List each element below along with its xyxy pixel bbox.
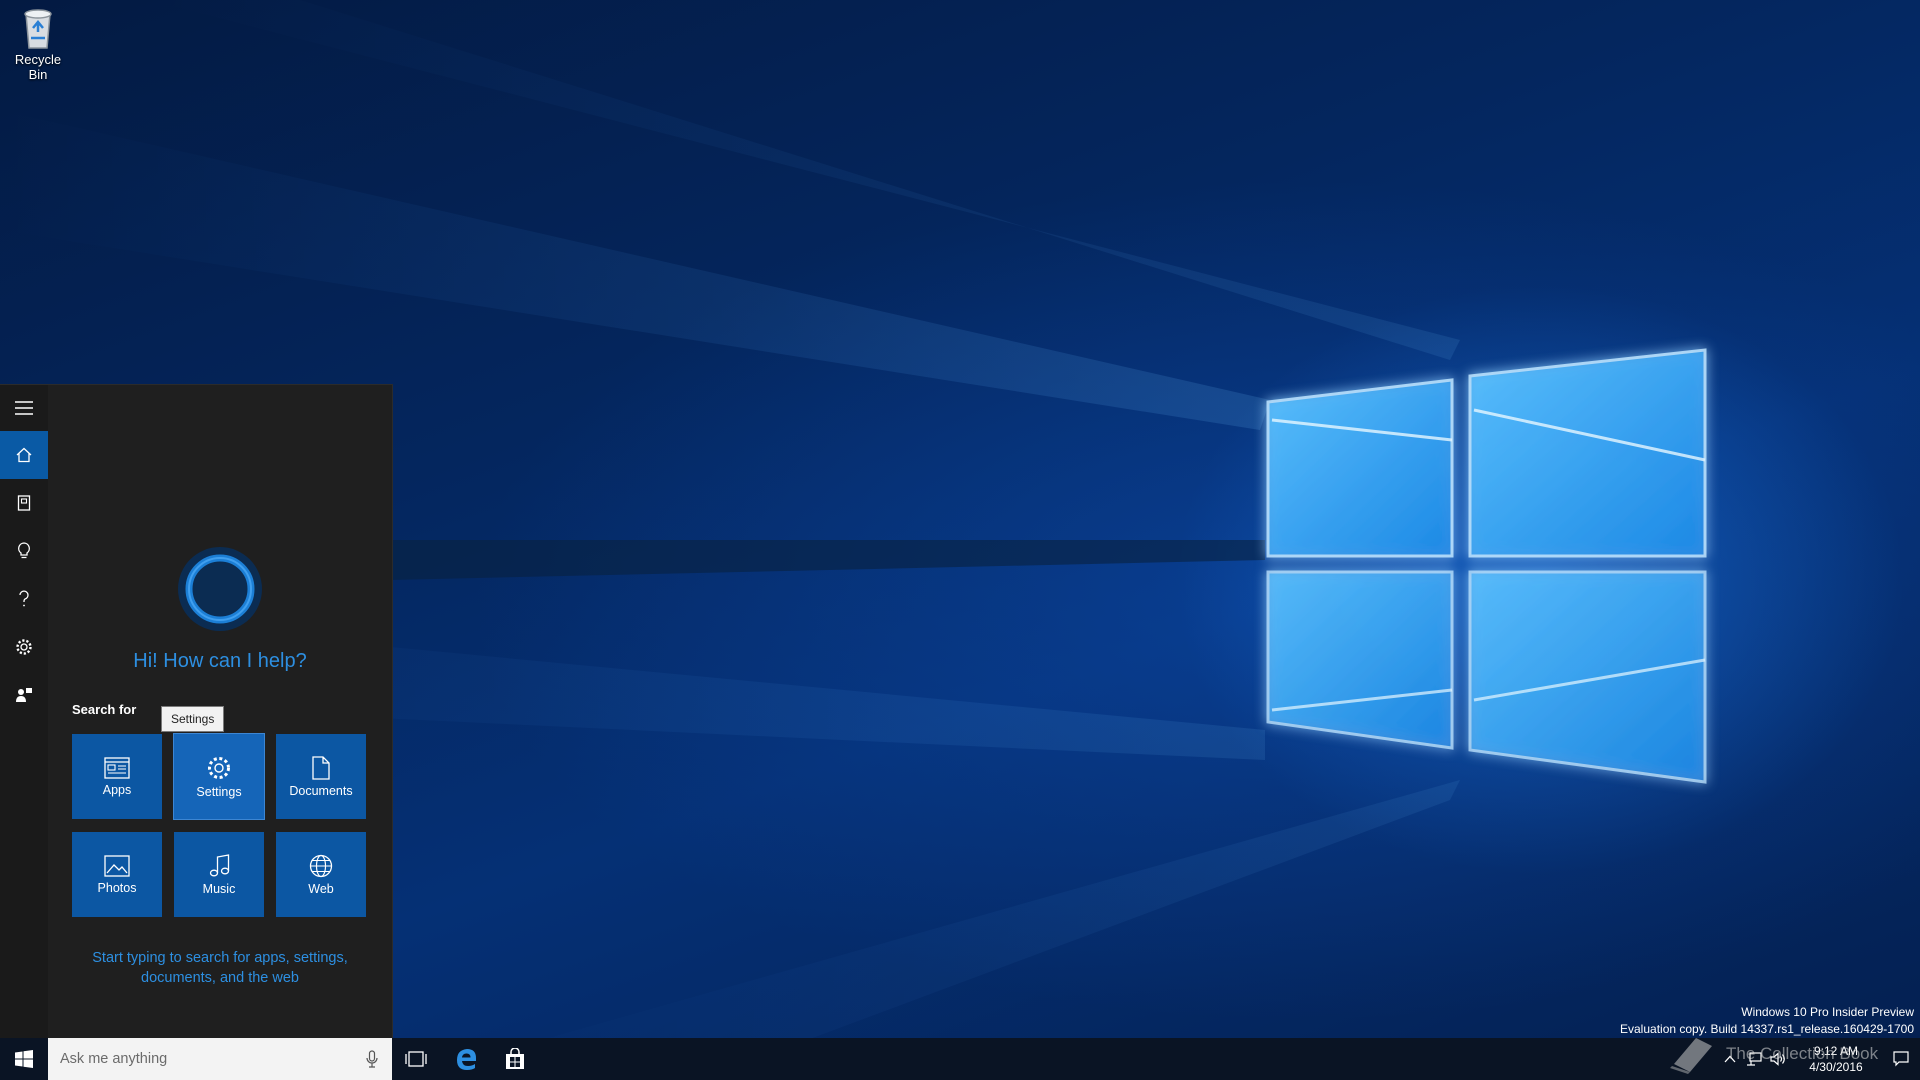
site-watermark-text: The Collection Book [1726,1044,1879,1063]
feedback-button[interactable] [0,671,48,719]
watermark-edition: Windows 10 Pro Insider Preview [1741,1005,1914,1019]
cortana-logo-icon [178,547,262,631]
tile-label: Photos [97,880,137,895]
hint-line-2: documents, and the web [141,970,299,986]
search-tile-documents[interactable]: Documents [276,734,366,819]
search-tile-apps[interactable]: Apps [72,734,162,819]
music-icon [209,853,230,876]
settings-tooltip: Settings [161,706,225,732]
cortana-nav-rail [0,385,48,1039]
search-placeholder: Ask me anything [60,1051,168,1067]
feedback-icon [16,688,32,702]
apps-icon [104,756,130,779]
cortana-greeting: Hi! How can I help? [133,650,307,672]
cortana-search-hint: Start typing to search for apps, setting… [68,948,372,988]
hint-line-1: Start typing to search for apps, setting… [92,950,348,966]
gear-icon [208,756,230,779]
photo-icon [104,854,130,877]
hamburger-menu-icon [15,401,33,415]
home-button[interactable] [0,431,48,479]
task-view-icon [405,1051,427,1067]
action-center-button[interactable] [1882,1038,1920,1080]
tile-label: Apps [102,782,132,797]
recycle-bin-desktop-icon[interactable]: Recycle Bin [4,6,72,82]
document-icon [312,755,330,780]
reminders-button[interactable] [0,527,48,575]
tile-label: Documents [289,783,353,798]
action-center-icon [1893,1051,1909,1067]
search-tile-settings[interactable]: Settings [173,733,265,820]
edge-browser-button[interactable] [443,1038,491,1080]
store-bag-icon [506,1048,524,1069]
taskbar: Ask me anything 9:12 AM 4/30/2016 [0,1038,1920,1080]
site-watermark: The Collection Book [1668,1034,1878,1074]
home-icon [16,447,32,463]
settings-button[interactable] [0,623,48,671]
help-icon [19,590,29,607]
build-watermark: Windows 10 Pro Insider Preview Evaluatio… [1620,1004,1914,1038]
search-tile-photos[interactable]: Photos [72,832,162,917]
tile-label: Web [308,881,334,896]
windows-logo-icon [15,1050,33,1068]
store-button[interactable] [491,1038,539,1080]
cortana-search-box[interactable]: Ask me anything [48,1038,392,1080]
edge-icon [457,1049,476,1070]
task-view-button[interactable] [392,1038,440,1080]
notebook-button[interactable] [0,479,48,527]
search-tile-music[interactable]: Music [174,832,264,917]
search-tile-web[interactable]: Web [276,832,366,917]
settings-gear-icon [16,639,32,655]
tile-label: Settings [196,784,242,799]
lightbulb-icon [18,542,30,559]
help-button[interactable] [0,575,48,623]
recycle-bin-icon [24,9,52,49]
notebook-icon [17,495,31,511]
search-for-heading: Search for [72,702,137,717]
book-logo-icon [1670,1038,1712,1074]
microphone-icon[interactable] [366,1050,378,1068]
hamburger-menu-button[interactable] [0,385,48,431]
globe-icon [309,854,333,877]
recycle-bin-label: Recycle Bin [14,52,62,82]
tile-label: Music [202,881,236,896]
start-button[interactable] [0,1038,48,1080]
